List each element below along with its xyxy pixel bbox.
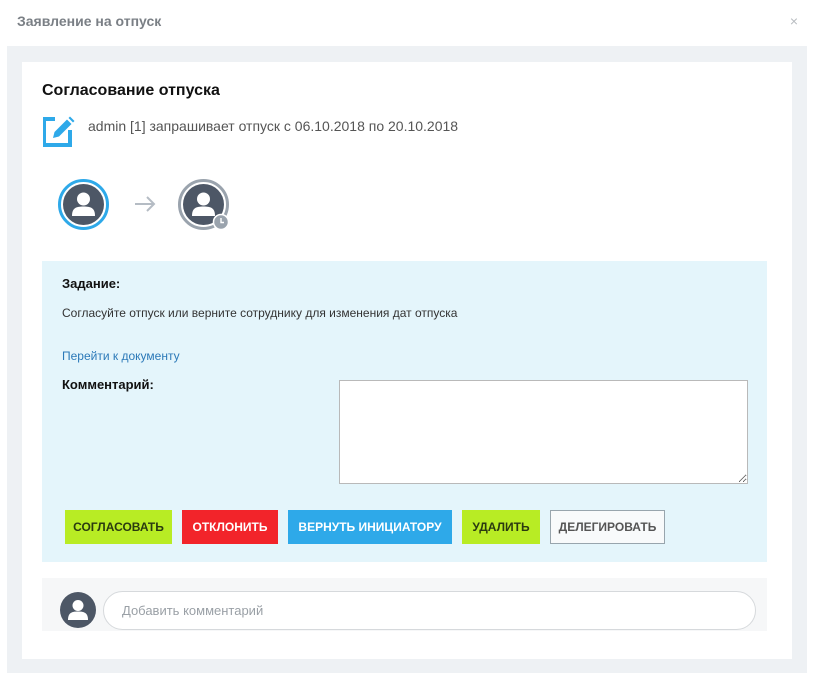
comment-label: Комментарий:	[62, 377, 154, 392]
user-avatar-pending-icon[interactable]	[178, 179, 230, 231]
approve-button[interactable]: СОГЛАСОВАТЬ	[65, 510, 172, 544]
current-user-avatar	[60, 592, 96, 628]
return-to-initiator-button[interactable]: ВЕРНУТЬ ИНИЦИАТОРУ	[288, 510, 452, 544]
reject-button[interactable]: ОТКЛОНИТЬ	[182, 510, 278, 544]
delete-button[interactable]: УДАЛИТЬ	[462, 510, 540, 544]
task-label: Задание:	[62, 276, 121, 291]
go-to-document-link[interactable]: Перейти к документу	[62, 349, 180, 363]
close-icon[interactable]: ×	[787, 12, 801, 30]
page-title: Согласование отпуска	[42, 82, 220, 99]
add-comment-input[interactable]	[103, 591, 756, 630]
dialog-title: Заявление на отпуск	[17, 13, 162, 29]
edit-document-icon	[43, 116, 75, 147]
user-avatar-icon[interactable]	[58, 179, 109, 230]
dialog-header: Заявление на отпуск ×	[0, 0, 814, 46]
arrow-right-icon	[135, 196, 156, 212]
delegate-button[interactable]: ДЕЛЕГИРОВАТЬ	[550, 510, 665, 544]
request-text: admin [1] запрашивает отпуск с 06.10.201…	[88, 118, 459, 134]
task-description: Согласуйте отпуск или верните сотруднику…	[62, 306, 458, 320]
comment-textarea[interactable]	[339, 380, 748, 484]
